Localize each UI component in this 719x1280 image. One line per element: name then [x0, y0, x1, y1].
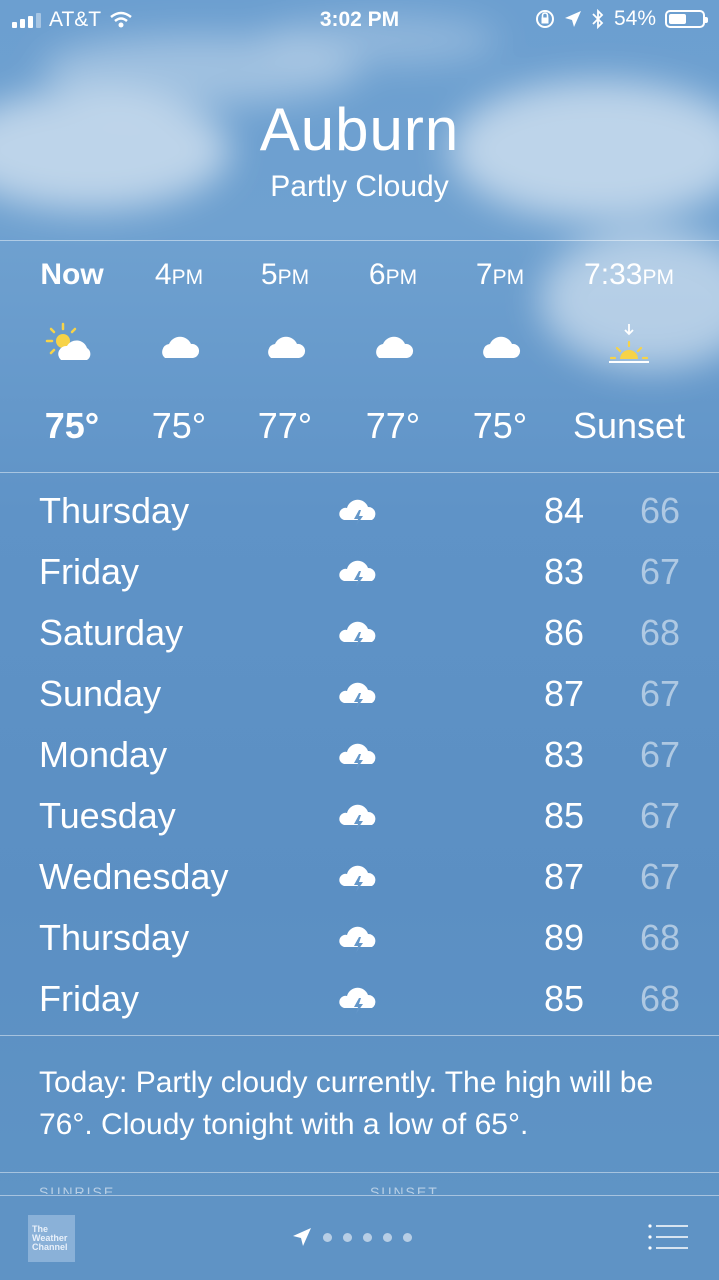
day-high: 86: [543, 612, 584, 653]
divider-summary: [0, 1172, 719, 1173]
hour-time: Now: [40, 258, 104, 291]
hour-temp: 77°: [365, 405, 421, 446]
cloud-icon: [230, 322, 340, 366]
day-low: 67: [639, 795, 680, 836]
divider-top: [0, 240, 719, 241]
cloud-icon: [338, 322, 448, 366]
location-header: Auburn Partly Cloudy: [0, 96, 719, 204]
day-name: Wednesday: [39, 856, 229, 897]
hour-temp: 75°: [151, 405, 207, 446]
day-high: 83: [543, 551, 584, 592]
page-dot[interactable]: [323, 1232, 332, 1242]
cloud-icon: [445, 322, 555, 366]
city-list-icon[interactable]: [648, 1224, 688, 1250]
current-location-icon: [293, 1228, 311, 1246]
cloud-icon: [124, 322, 234, 366]
battery-fill: [669, 14, 686, 24]
daily-row: Saturday 86 68: [0, 602, 719, 663]
day-low: 67: [639, 734, 680, 775]
daily-row: Monday 83 67: [0, 724, 719, 785]
hour-time: 7:33PM: [584, 258, 674, 291]
day-high: 85: [543, 795, 584, 836]
day-high: 84: [543, 490, 584, 531]
status-right: 54%: [535, 7, 708, 31]
bottom-toolbar: The Weather Channel: [0, 1195, 719, 1280]
partly-sunny-icon: [17, 322, 127, 366]
daily-row: Friday 83 67: [0, 541, 719, 602]
daily-row: Sunday 87 67: [0, 663, 719, 724]
day-high: 87: [543, 856, 584, 897]
sunset-icon: [564, 322, 694, 366]
day-high: 87: [543, 673, 584, 714]
bluetooth-icon: [592, 9, 604, 29]
thunderstorm-icon: [339, 865, 376, 892]
day-high: 83: [543, 734, 584, 775]
city-name: Auburn: [259, 96, 460, 163]
today-summary: Today: Partly cloudy currently. The high…: [39, 1066, 654, 1141]
hour-temp: 77°: [257, 405, 313, 446]
day-high: 85: [543, 978, 584, 1019]
orientation-lock-icon: [535, 10, 554, 28]
day-name: Sunday: [39, 673, 162, 714]
thunderstorm-icon: [339, 743, 376, 770]
day-name: Thursday: [39, 917, 190, 958]
daily-row: Friday 85 68: [0, 968, 719, 1029]
day-name: Friday: [39, 551, 140, 592]
current-condition: Partly Cloudy: [270, 170, 449, 203]
battery-percent: 54%: [613, 7, 656, 30]
status-bar: AT&T 3:02 PM 54%: [0, 0, 719, 40]
divider-hourly: [0, 472, 719, 473]
hourly-forecast[interactable]: Now 75° 4PM 75° 5PM 77° 6PM 77° 7PM 75° …: [0, 242, 719, 470]
day-high: 89: [543, 917, 584, 958]
thunderstorm-icon: [339, 926, 376, 953]
day-low: 67: [639, 673, 680, 714]
location-services-icon: [564, 11, 581, 27]
day-name: Tuesday: [39, 795, 176, 836]
daily-row: Wednesday 87 67: [0, 846, 719, 907]
logo-line: Channel: [32, 1242, 68, 1252]
day-name: Friday: [39, 978, 140, 1019]
page-dot[interactable]: [343, 1232, 352, 1242]
day-low: 67: [639, 856, 680, 897]
battery-icon: [665, 10, 708, 28]
hour-time: 5PM: [260, 258, 310, 291]
day-low: 68: [639, 612, 680, 653]
page-dot[interactable]: [383, 1232, 392, 1242]
sunrise-label: SUNRISE: [39, 1184, 116, 1194]
thunderstorm-icon: [339, 682, 376, 709]
thunderstorm-icon: [339, 560, 376, 587]
thunderstorm-icon: [339, 804, 376, 831]
day-low: 66: [639, 490, 680, 531]
thunderstorm-icon: [339, 987, 376, 1014]
hour-temp: 75°: [472, 405, 528, 446]
day-name: Monday: [39, 734, 168, 775]
day-low: 67: [639, 551, 680, 592]
day-name: Saturday: [39, 612, 184, 653]
day-name: Thursday: [39, 490, 190, 531]
hour-time: 6PM: [368, 258, 418, 291]
page-dot[interactable]: [363, 1232, 372, 1242]
daily-row: Tuesday 85 67: [0, 785, 719, 846]
page-dot[interactable]: [403, 1232, 412, 1242]
day-low: 68: [639, 917, 680, 958]
hour-time: 4PM: [154, 258, 204, 291]
sunset-label: SUNSET: [370, 1184, 439, 1194]
hour-time: 7PM: [475, 258, 525, 291]
day-low: 68: [639, 978, 680, 1019]
page-indicator[interactable]: [292, 1227, 412, 1247]
daily-row: Thursday 89 68: [0, 907, 719, 968]
thunderstorm-icon: [339, 499, 376, 526]
weather-channel-logo[interactable]: The Weather Channel: [28, 1215, 75, 1262]
daily-row: Thursday 84 66: [0, 480, 719, 541]
divider-daily: [0, 1035, 719, 1036]
hour-temp: Sunset: [572, 405, 686, 446]
thunderstorm-icon: [339, 621, 376, 648]
hour-temp: 75°: [44, 405, 100, 446]
